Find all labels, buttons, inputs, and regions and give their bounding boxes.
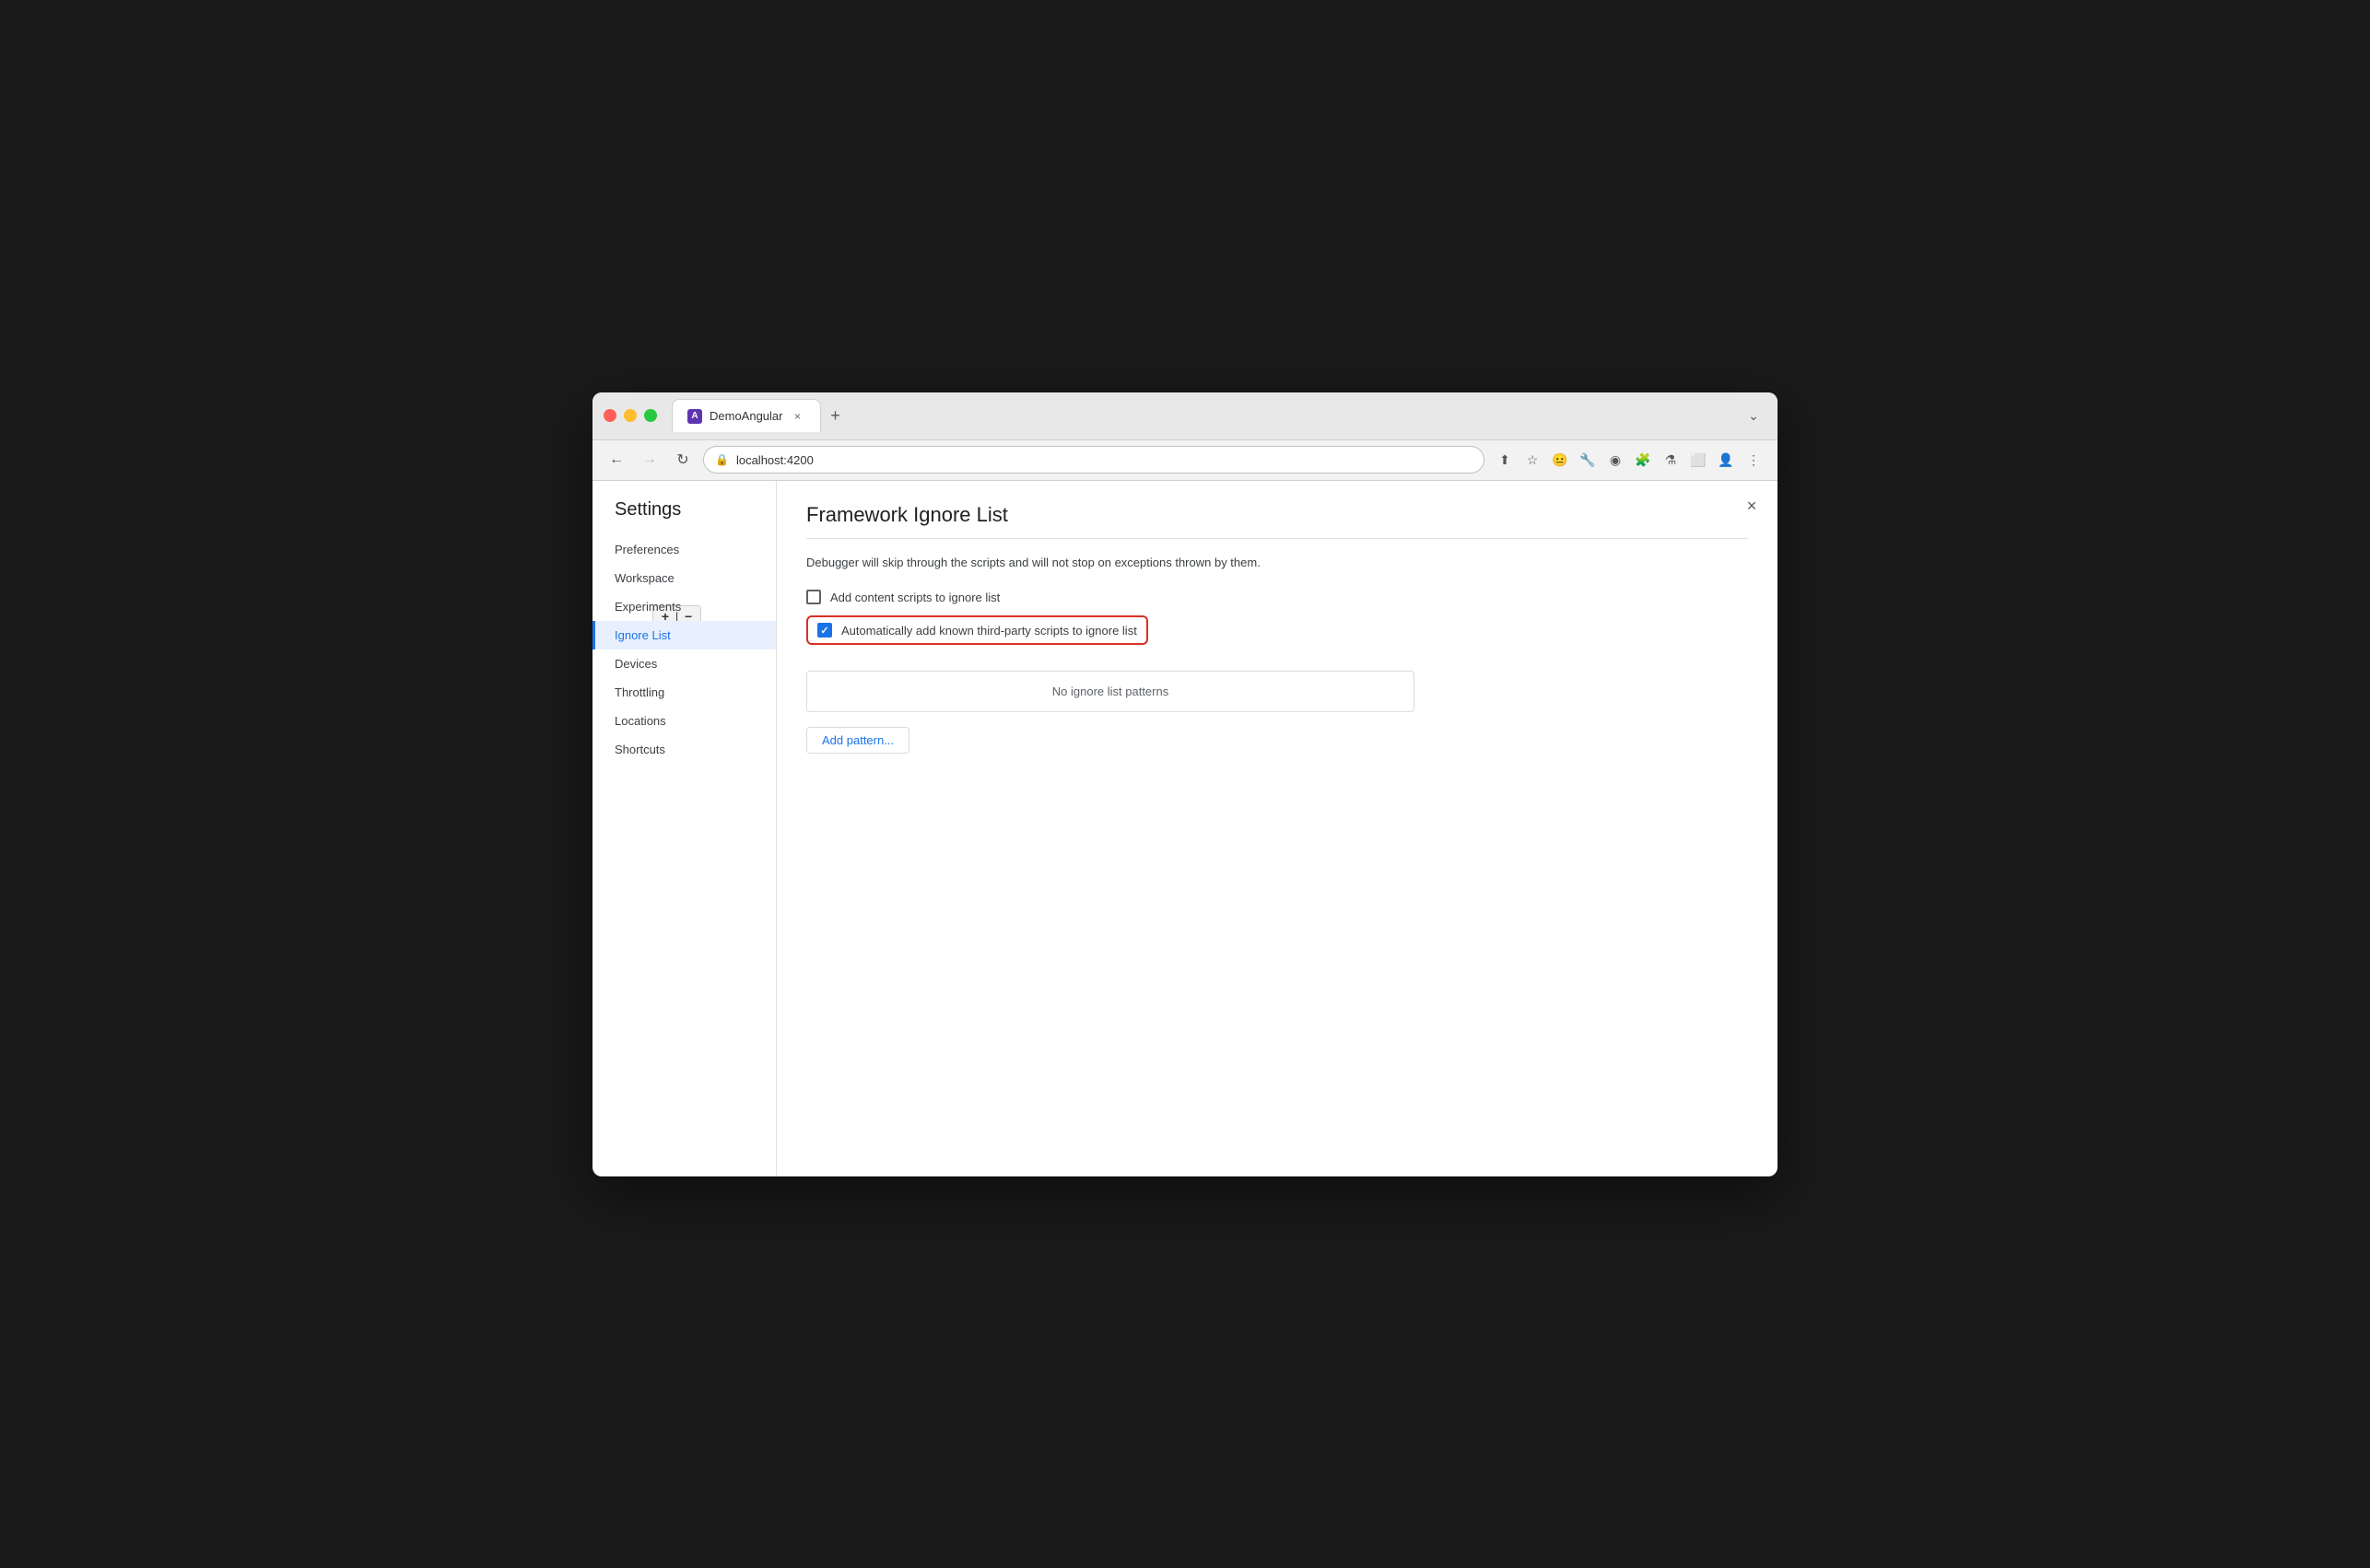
- url-text: localhost:4200: [736, 453, 814, 467]
- close-traffic-light[interactable]: [604, 409, 616, 422]
- checkbox-third-party[interactable]: ✓: [817, 623, 832, 638]
- extension3-button[interactable]: ◉: [1602, 447, 1628, 473]
- browser-window: A DemoAngular × + ⌄ ← → ↻ 🔒 localhost:42…: [592, 392, 1778, 1176]
- panel-title: Framework Ignore List: [806, 503, 1748, 527]
- bookmark-button[interactable]: ☆: [1519, 447, 1545, 473]
- tab-bar: A DemoAngular × +: [672, 399, 1733, 432]
- menu-button[interactable]: ⋮: [1741, 447, 1766, 473]
- extension1-button[interactable]: 😐: [1547, 447, 1573, 473]
- active-tab[interactable]: A DemoAngular ×: [672, 399, 821, 432]
- address-bar[interactable]: 🔒 localhost:4200: [703, 446, 1484, 474]
- sidebar-item-devices[interactable]: Devices: [592, 649, 776, 678]
- checkbox-row-content-scripts: Add content scripts to ignore list: [806, 590, 1748, 604]
- no-patterns-text: No ignore list patterns: [1052, 685, 1168, 698]
- tab-favicon: A: [687, 409, 702, 424]
- settings-title: Settings: [592, 499, 776, 535]
- extension4-button[interactable]: 🧩: [1630, 447, 1656, 473]
- tab-close-button[interactable]: ×: [791, 409, 805, 424]
- checkbox-highlighted-wrapper: ✓ Automatically add known third-party sc…: [806, 615, 1748, 656]
- title-bar: A DemoAngular × + ⌄: [592, 392, 1778, 440]
- browser-controls: ⌄: [1741, 403, 1766, 428]
- checkmark-icon: ✓: [820, 625, 828, 637]
- nav-bar: ← → ↻ 🔒 localhost:4200 ⬆ ☆ 😐 🔧 ◉ 🧩 ⚗ ⬜ 👤…: [592, 440, 1778, 481]
- reload-button[interactable]: ↻: [670, 447, 696, 473]
- content-area: + | − Settings Preferences Workspace Exp…: [592, 481, 1778, 1176]
- nav-action-buttons: ⬆ ☆ 😐 🔧 ◉ 🧩 ⚗ ⬜ 👤 ⋮: [1492, 447, 1766, 473]
- new-tab-button[interactable]: +: [821, 401, 851, 430]
- checkbox-third-party-label: Automatically add known third-party scri…: [841, 624, 1137, 638]
- share-button[interactable]: ⬆: [1492, 447, 1518, 473]
- traffic-lights: [604, 409, 657, 422]
- window-collapse-button[interactable]: ⌄: [1741, 403, 1766, 428]
- forward-button[interactable]: →: [637, 447, 663, 473]
- profile-button[interactable]: 👤: [1713, 447, 1739, 473]
- maximize-traffic-light[interactable]: [644, 409, 657, 422]
- checkbox-row-third-party: ✓ Automatically add known third-party sc…: [806, 615, 1148, 645]
- panel-divider: [806, 538, 1748, 539]
- sidebar-item-preferences[interactable]: Preferences: [592, 535, 776, 564]
- settings-sidebar: Settings Preferences Workspace Experimen…: [592, 481, 777, 1176]
- sidebar-item-locations[interactable]: Locations: [592, 707, 776, 735]
- panel-description: Debugger will skip through the scripts a…: [806, 554, 1748, 572]
- checkbox-content-scripts-label: Add content scripts to ignore list: [830, 591, 1000, 604]
- panel-close-button[interactable]: ×: [1741, 496, 1763, 518]
- sidebar-item-ignore-list[interactable]: Ignore List: [592, 621, 776, 649]
- minimize-traffic-light[interactable]: [624, 409, 637, 422]
- sidebar-item-shortcuts[interactable]: Shortcuts: [592, 735, 776, 764]
- sidebar-item-throttling[interactable]: Throttling: [592, 678, 776, 707]
- extension6-button[interactable]: ⬜: [1685, 447, 1711, 473]
- sidebar-item-experiments[interactable]: Experiments: [592, 592, 776, 621]
- extension2-button[interactable]: 🔧: [1575, 447, 1601, 473]
- tab-title: DemoAngular: [710, 409, 783, 423]
- main-panel: × Framework Ignore List Debugger will sk…: [777, 481, 1778, 1176]
- sidebar-item-workspace[interactable]: Workspace: [592, 564, 776, 592]
- back-button[interactable]: ←: [604, 447, 629, 473]
- checkbox-content-scripts[interactable]: [806, 590, 821, 604]
- extension5-button[interactable]: ⚗: [1658, 447, 1684, 473]
- add-pattern-button[interactable]: Add pattern...: [806, 727, 909, 754]
- lock-icon: 🔒: [715, 453, 729, 466]
- no-patterns-box: No ignore list patterns: [806, 671, 1414, 712]
